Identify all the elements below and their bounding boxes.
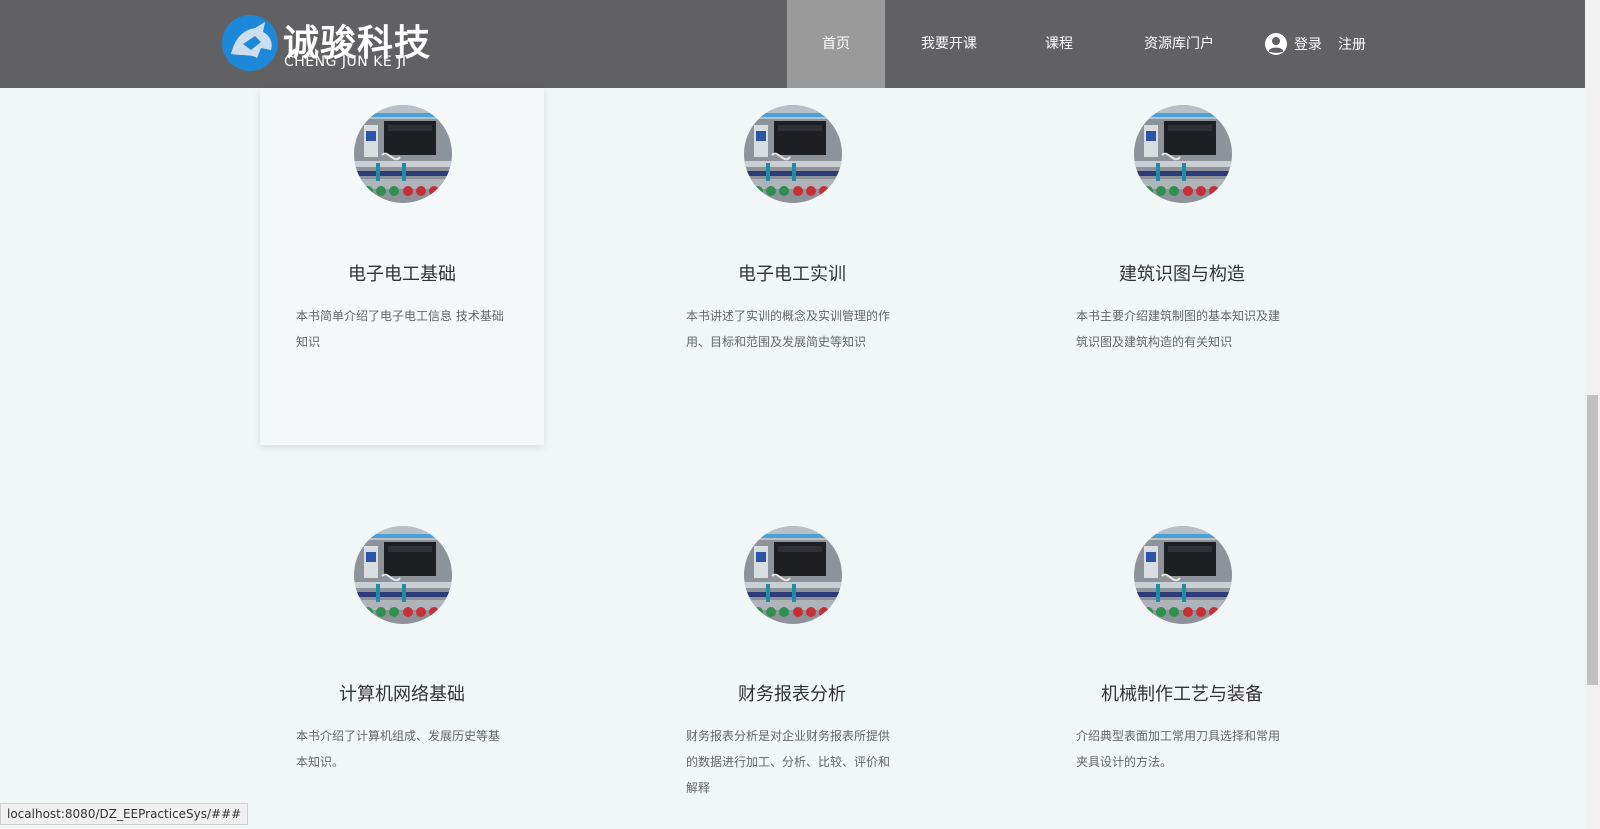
course-description: 本书主要介绍建筑制图的基本知识及建筑识图及建筑构造的有关知识 [1076,309,1281,349]
user-avatar-icon[interactable] [1264,32,1288,56]
course-description: 本书介绍了计算机组成、发展历史等基本知识。 [296,729,501,769]
course-title[interactable]: 财务报表分析 [650,680,934,706]
top-header: 诚骏科技 CHENG JUN KE JI 首页 我要开课 课程 资源库门户 登录… [0,0,1585,88]
user-actions: 登录 注册 [1264,0,1366,88]
course-thumbnail [1134,526,1232,624]
nav-courses[interactable]: 课程 [1010,0,1108,88]
course-thumbnail [354,526,452,624]
nav-open-course[interactable]: 我要开课 [900,0,998,88]
control-panel-photo-icon [354,526,452,624]
course-thumbnail [1134,105,1232,203]
course-thumbnail [744,105,842,203]
course-thumbnail [744,526,842,624]
scrollbar-thumb[interactable] [1587,395,1598,685]
control-panel-photo-icon [354,105,452,203]
vertical-scrollbar[interactable] [1585,0,1600,829]
control-panel-photo-icon [1134,526,1232,624]
login-link[interactable]: 登录 [1294,34,1322,54]
nav-resource-portal[interactable]: 资源库门户 [1130,0,1228,88]
course-description: 本书简单介绍了电子电工信息 技术基础知识 [296,309,504,349]
course-card[interactable]: 电子电工实训 本书讲述了实训的概念及实训管理的作用、目标和范围及发展简史等知识 [650,88,934,445]
course-title[interactable]: 建筑识图与构造 [1040,260,1324,286]
course-description: 介绍典型表面加工常用刀具选择和常用夹具设计的方法。 [1076,729,1281,769]
horse-logo-icon [222,15,278,71]
course-thumbnail [354,105,452,203]
control-panel-photo-icon [744,105,842,203]
control-panel-photo-icon [744,526,842,624]
course-card[interactable]: 建筑识图与构造 本书主要介绍建筑制图的基本知识及建筑识图及建筑构造的有关知识 [1040,88,1324,445]
course-title[interactable]: 电子电工实训 [650,260,934,286]
course-card[interactable]: 财务报表分析 财务报表分析是对企业财务报表所提供的数据进行加工、分析、比较、评价… [650,508,934,829]
link-status-bar: localhost:8080/DZ_EEPracticeSys/### [0,803,249,825]
nav-home[interactable]: 首页 [787,0,885,88]
register-link[interactable]: 注册 [1338,34,1366,54]
course-title[interactable]: 计算机网络基础 [260,680,544,706]
brand-logo[interactable]: 诚骏科技 CHENG JUN KE JI [221,12,451,74]
course-title[interactable]: 电子电工基础 [260,260,544,286]
course-title[interactable]: 机械制作工艺与装备 [1040,680,1324,706]
logo-subtitle: CHENG JUN KE JI [284,54,407,70]
course-card[interactable]: 电子电工基础 本书简单介绍了电子电工信息 技术基础知识 [260,88,544,445]
course-card[interactable]: 机械制作工艺与装备 介绍典型表面加工常用刀具选择和常用夹具设计的方法。 [1040,508,1324,829]
control-panel-photo-icon [1134,105,1232,203]
course-description: 本书讲述了实训的概念及实训管理的作用、目标和范围及发展简史等知识 [686,309,891,349]
page: 诚骏科技 CHENG JUN KE JI 首页 我要开课 课程 资源库门户 登录… [0,0,1600,829]
course-card[interactable]: 计算机网络基础 本书介绍了计算机组成、发展历史等基本知识。 [260,508,544,829]
course-description: 财务报表分析是对企业财务报表所提供的数据进行加工、分析、比较、评价和解释 [686,729,891,795]
